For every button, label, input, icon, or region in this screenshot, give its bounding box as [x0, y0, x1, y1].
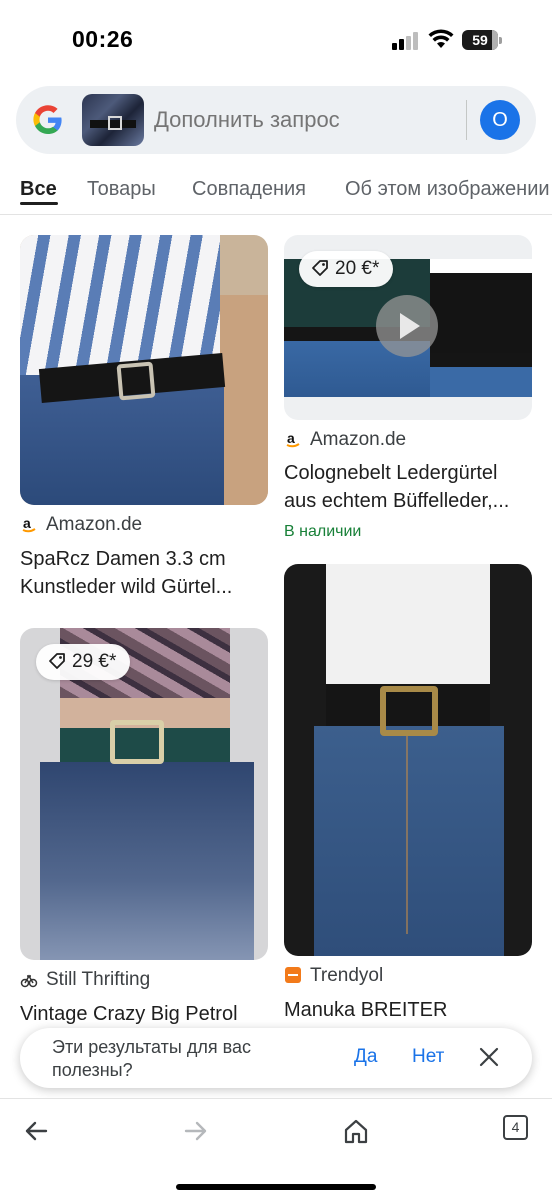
result-title[interactable]: Manuka BREITER [284, 996, 536, 1024]
amazon-icon: a [284, 430, 302, 448]
result-source: Still Thrifting [20, 968, 150, 992]
tab-matches[interactable]: Совпадения [192, 178, 306, 201]
status-bar: 00:26 59 [0, 0, 552, 80]
result-source: a Amazon.de [20, 513, 142, 537]
result-tabs: Все Товары Совпадения Об этом изображени… [0, 166, 552, 214]
svg-text:a: a [287, 430, 295, 446]
title-line: Manuka BREITER [284, 999, 448, 1021]
tag-icon [49, 653, 65, 669]
close-icon[interactable] [478, 1046, 500, 1068]
amazon-icon: a [20, 515, 38, 533]
search-divider [466, 100, 467, 140]
source-name: Amazon.de [310, 429, 407, 450]
tab-about-image[interactable]: Об этом изображении [345, 178, 550, 201]
result-source: Trendyol [284, 964, 383, 988]
active-tab-indicator [20, 202, 58, 205]
feedback-question: Эти результаты для вас полезны? [52, 1037, 251, 1080]
battery-icon: 59 [462, 30, 502, 50]
title-line: Kunstleder wild Gürtel... [20, 576, 233, 598]
back-arrow-icon[interactable] [22, 1117, 50, 1145]
google-logo-icon[interactable] [32, 104, 64, 136]
still-thrifting-icon [20, 970, 38, 988]
home-indicator [176, 1184, 376, 1190]
result-title[interactable]: Vintage Crazy Big Petrol [20, 1000, 272, 1028]
trendyol-icon [284, 966, 302, 984]
tag-icon [312, 260, 328, 276]
price-text: 29 €* [72, 651, 117, 672]
play-icon[interactable] [376, 295, 438, 357]
account-avatar[interactable]: O [480, 100, 520, 140]
source-name: Amazon.de [46, 514, 143, 535]
search-bar[interactable]: O [16, 86, 536, 154]
cellular-signal-icon [392, 32, 422, 50]
tab-products[interactable]: Товары [87, 178, 156, 201]
feedback-no-button[interactable]: Нет [412, 1046, 444, 1068]
title-line: Colognebelt Ledergürtel [284, 462, 498, 484]
wifi-icon [428, 29, 454, 48]
title-line: SpaRcz Damen 3.3 cm [20, 548, 226, 570]
battery-level: 59 [472, 32, 488, 48]
result-image[interactable] [20, 235, 268, 505]
stock-status: В наличии [284, 523, 362, 540]
tabs-icon[interactable]: 4 [503, 1115, 528, 1140]
result-title[interactable]: Colognebelt Ledergürtel aus echtem Büffe… [284, 459, 536, 515]
price-text: 20 €* [335, 258, 380, 279]
tabs-divider [0, 214, 552, 215]
feedback-yes-button[interactable]: Да [354, 1046, 377, 1068]
result-source: a Amazon.de [284, 428, 406, 452]
source-name: Trendyol [310, 965, 384, 986]
result-title[interactable]: SpaRcz Damen 3.3 cm Kunstleder wild Gürt… [20, 545, 268, 601]
forward-arrow-icon[interactable] [182, 1117, 210, 1145]
tab-all[interactable]: Все [20, 178, 57, 201]
status-time: 00:26 [72, 26, 134, 52]
home-icon[interactable] [342, 1117, 370, 1145]
title-line: Vintage Crazy Big Petrol [20, 1003, 238, 1025]
query-image-thumbnail[interactable] [82, 94, 144, 146]
feedback-prompt: Эти результаты для вас полезны? Да Нет [20, 1028, 532, 1088]
svg-text:a: a [23, 515, 31, 531]
price-badge: 29 €* [36, 644, 131, 680]
search-input[interactable] [154, 86, 454, 154]
price-badge: 20 €* [299, 251, 394, 287]
title-line: aus echtem Büffelleder,... [284, 490, 510, 512]
result-image[interactable] [284, 564, 532, 956]
source-name: Still Thrifting [46, 969, 151, 990]
